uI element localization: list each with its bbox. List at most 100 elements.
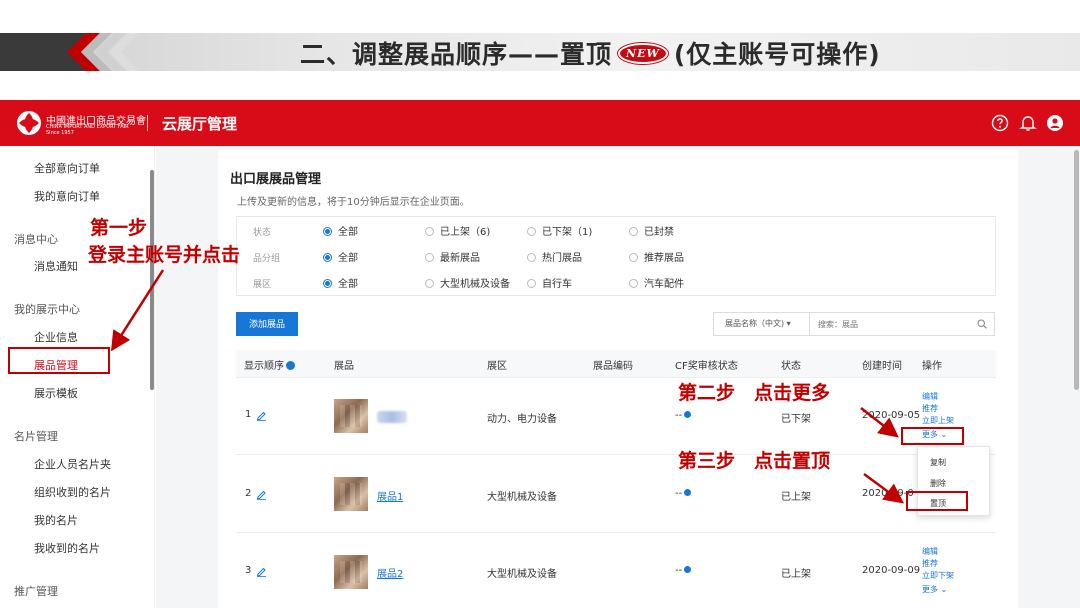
radio-selected-icon	[323, 253, 332, 262]
row-status: 已上架	[781, 569, 811, 580]
exhibit-name-blurred[interactable]	[377, 411, 407, 423]
sidebar-item-received-cards[interactable]: 我收到的名片	[34, 540, 100, 556]
exhibit-name-link[interactable]: 展品2	[377, 565, 403, 580]
filter-status-all[interactable]: 全部	[323, 223, 358, 238]
radio-icon	[629, 253, 638, 262]
recommend-link[interactable]: 推荐	[922, 558, 938, 569]
radio-icon	[527, 279, 536, 288]
sidebar-item-templates[interactable]: 展示模板	[34, 385, 78, 401]
radio-icon	[527, 227, 536, 236]
filter-group-hot[interactable]: 热门展品	[527, 249, 582, 264]
exhibit-thumbnail[interactable]	[334, 555, 368, 589]
column-header-actions: 操作	[922, 361, 942, 372]
menu-item-copy[interactable]: 复制	[930, 457, 946, 468]
row-status: 已下架	[781, 414, 811, 425]
sidebar-item-org-received-cards[interactable]: 组织收到的名片	[34, 484, 111, 500]
row-order: 1	[245, 409, 252, 420]
column-header-order[interactable]: 显示顺序	[244, 357, 295, 372]
edit-link[interactable]: 编辑	[922, 391, 938, 402]
page-title: 出口展展品管理	[230, 172, 322, 187]
info-icon[interactable]	[286, 361, 295, 370]
edit-order-pencil-icon[interactable]	[256, 489, 267, 500]
radio-icon	[527, 253, 536, 262]
search-field-select[interactable]: 展品名称（中文) ▾	[714, 313, 810, 335]
radio-icon	[425, 227, 434, 236]
new-badge: NEW	[618, 43, 668, 64]
filter-zone-bicycle[interactable]: 自行车	[527, 275, 572, 290]
canton-fair-logo[interactable]: 中國進出口商品交易會 CHINA IMPORT AND EXPORT FAIR S…	[16, 110, 146, 136]
table-row: 3 展品2 大型机械及设备 -- 已上架 2020-09-09 编辑 推荐 立即…	[236, 534, 996, 608]
help-icon[interactable]	[991, 114, 1009, 132]
filter-zone-auto-parts[interactable]: 汽车配件	[629, 275, 684, 290]
row-zone: 大型机械及设备	[487, 569, 557, 580]
column-header-created: 创建时间	[862, 361, 902, 372]
annotation-step1-title: 第一步	[90, 217, 148, 239]
menu-item-delete[interactable]: 删除	[930, 478, 946, 489]
slide-title-suffix: (仅主账号可操作)	[673, 40, 881, 69]
highlight-box-exhibit-management	[8, 347, 110, 374]
unlist-now-link[interactable]: 立即下架	[922, 570, 954, 581]
sidebar-item-all-orders[interactable]: 全部意向订单	[34, 160, 100, 176]
sidebar-scrollbar[interactable]	[150, 170, 154, 390]
bell-icon[interactable]	[1019, 114, 1037, 132]
add-exhibit-button[interactable]: 添加展品	[236, 312, 298, 336]
page-subtitle: 上传及更新的信息，将于10分钟后显示在企业页面。	[237, 197, 470, 208]
slide-title-banner: 二、调整展品顺序——置顶 NEW (仅主账号可操作)	[0, 33, 1080, 71]
radio-selected-icon	[323, 227, 332, 236]
recommend-link[interactable]: 推荐	[922, 403, 938, 414]
edit-link[interactable]: 编辑	[922, 546, 938, 557]
row-zone: 大型机械及设备	[487, 492, 557, 503]
chevron-decoration-icon	[0, 33, 140, 71]
row-order: 3	[245, 565, 252, 576]
exhibit-thumbnail[interactable]	[334, 399, 368, 433]
search-input[interactable]	[818, 317, 968, 331]
exhibit-thumbnail[interactable]	[334, 477, 368, 511]
highlight-box-more	[901, 427, 964, 445]
main-scrollbar[interactable]	[1074, 150, 1079, 390]
user-icon[interactable]	[1046, 114, 1064, 132]
search-icon[interactable]	[977, 319, 987, 329]
edit-order-pencil-icon[interactable]	[256, 410, 267, 421]
column-header-code: 展品编码	[593, 361, 633, 372]
annotation-step2: 第二步 点击更多	[678, 382, 831, 404]
filter-zone-all[interactable]: 全部	[323, 275, 358, 290]
filter-label-group: 品分组	[253, 254, 281, 264]
radio-icon	[629, 227, 638, 236]
radio-selected-icon	[323, 279, 332, 288]
list-now-link[interactable]: 立即上架	[922, 415, 954, 426]
filter-group-all[interactable]: 全部	[323, 249, 358, 264]
annotation-step1-desc: 登录主账号并点击	[88, 244, 241, 266]
column-header-exhibit: 展品	[334, 361, 354, 372]
sidebar-item-my-orders[interactable]: 我的意向订单	[34, 188, 100, 204]
sidebar-item-my-card[interactable]: 我的名片	[34, 512, 78, 528]
sidebar-group-messages[interactable]: 消息中心	[14, 231, 58, 247]
radio-icon	[629, 279, 638, 288]
search-bar: 展品名称（中文) ▾	[713, 312, 995, 336]
row-created: 2020-09-05	[862, 410, 921, 421]
sidebar-item-staff-cards[interactable]: 企业人员名片夹	[34, 456, 111, 472]
row-zone: 动力、电力设备	[487, 414, 557, 425]
filter-group-newest[interactable]: 最新展品	[425, 249, 480, 264]
table-header: 显示顺序 展品 展区 展品编码 CF奖审核状态 状态 创建时间 操作	[236, 350, 996, 378]
highlight-box-pin-top	[906, 491, 968, 511]
status-dot-icon	[684, 566, 692, 573]
slide-title: 二、调整展品顺序——置顶 NEW (仅主账号可操作)	[300, 35, 881, 71]
row-status: 已上架	[781, 492, 811, 503]
app-header: 中國進出口商品交易會 CHINA IMPORT AND EXPORT FAIR S…	[0, 100, 1080, 146]
sidebar-item-company-info[interactable]: 企业信息	[34, 329, 78, 345]
column-header-status: 状态	[781, 361, 801, 372]
sidebar-item-notifications[interactable]: 消息通知	[34, 258, 78, 274]
exhibit-name-link[interactable]: 展品1	[377, 488, 403, 503]
edit-order-pencil-icon[interactable]	[256, 566, 267, 577]
filter-zone-machinery[interactable]: 大型机械及设备	[425, 275, 510, 290]
filter-status-listed[interactable]: 已上架（6)	[425, 223, 490, 238]
filter-status-banned[interactable]: 已封禁	[629, 223, 674, 238]
logo-english-text: CHINA IMPORT AND EXPORT FAIR Since 1957	[46, 124, 129, 136]
sidebar-group-cards[interactable]: 名片管理	[14, 428, 58, 444]
more-dropdown-trigger[interactable]: 更多 ⌄	[922, 584, 947, 595]
filter-status-unlisted[interactable]: 已下架（1)	[527, 223, 592, 238]
sidebar-group-promotion[interactable]: 推广管理	[14, 583, 58, 599]
sidebar-group-showcase[interactable]: 我的展示中心	[14, 301, 80, 317]
filter-group-recommended[interactable]: 推荐展品	[629, 249, 684, 264]
radio-icon	[425, 279, 434, 288]
